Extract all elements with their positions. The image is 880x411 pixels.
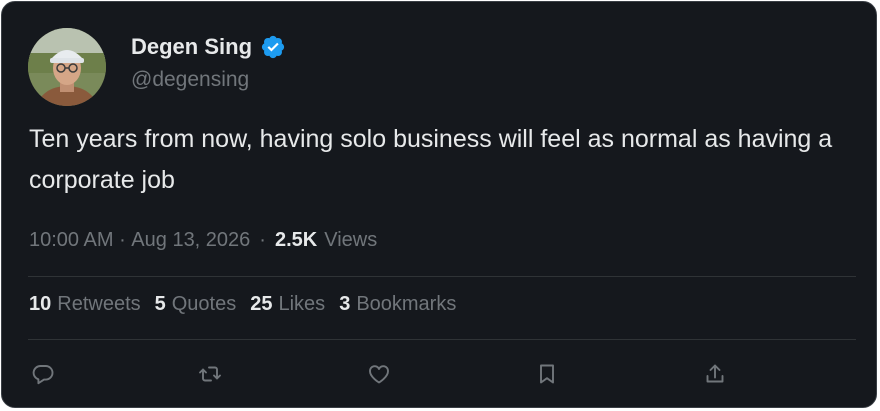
share-button[interactable]: [700, 359, 730, 389]
bookmarks-count: 3: [339, 293, 351, 315]
reply-button[interactable]: [28, 359, 58, 389]
tweet-text: Ten years from now, having solo business…: [29, 125, 833, 194]
like-button[interactable]: [364, 359, 394, 389]
display-name[interactable]: Degen Sing: [131, 34, 252, 60]
retweet-button[interactable]: [195, 359, 225, 389]
tweet-date[interactable]: Aug 13, 2026: [131, 229, 250, 252]
tweet-time[interactable]: 10:00 AM: [29, 229, 114, 252]
bookmarks-label: Bookmarks: [356, 293, 457, 315]
tweet-card: Degen Sing @degensing Ten years from now…: [1, 1, 877, 408]
views-label: Views: [324, 229, 378, 251]
bookmarks-stat[interactable]: 3 Bookmarks: [339, 293, 456, 316]
meta-dot: ·: [259, 229, 266, 251]
retweets-stat[interactable]: 10 Retweets: [29, 293, 141, 316]
divider: [28, 276, 856, 277]
likes-label: Likes: [278, 293, 326, 315]
like-icon: [369, 365, 389, 384]
date-separator: ·: [113, 229, 132, 251]
retweets-count: 10: [29, 293, 52, 315]
user-handle[interactable]: @degensing: [131, 68, 249, 92]
reply-icon: [32, 365, 54, 385]
quotes-label: Quotes: [171, 293, 237, 315]
views-count: 2.5K: [274, 229, 318, 251]
retweet-icon: [199, 366, 221, 382]
tweet-meta: 10:00 AM · Aug 13, 2026 · 2.5K Views: [29, 229, 377, 252]
avatar[interactable]: [28, 28, 106, 106]
bookmark-button[interactable]: [532, 359, 562, 389]
stats-row: 10 Retweets 5 Quotes 25 Likes 3 Bookmark…: [29, 293, 470, 316]
quotes-stat[interactable]: 5 Quotes: [155, 293, 237, 316]
quotes-count: 5: [154, 293, 166, 315]
retweets-label: Retweets: [57, 293, 141, 315]
likes-stat[interactable]: 25 Likes: [250, 293, 325, 316]
action-bar: [2, 359, 876, 389]
share-icon: [706, 364, 724, 383]
divider: [28, 339, 856, 340]
bookmark-icon: [540, 364, 554, 384]
verified-badge-icon: [260, 34, 286, 60]
likes-count: 25: [250, 293, 273, 315]
